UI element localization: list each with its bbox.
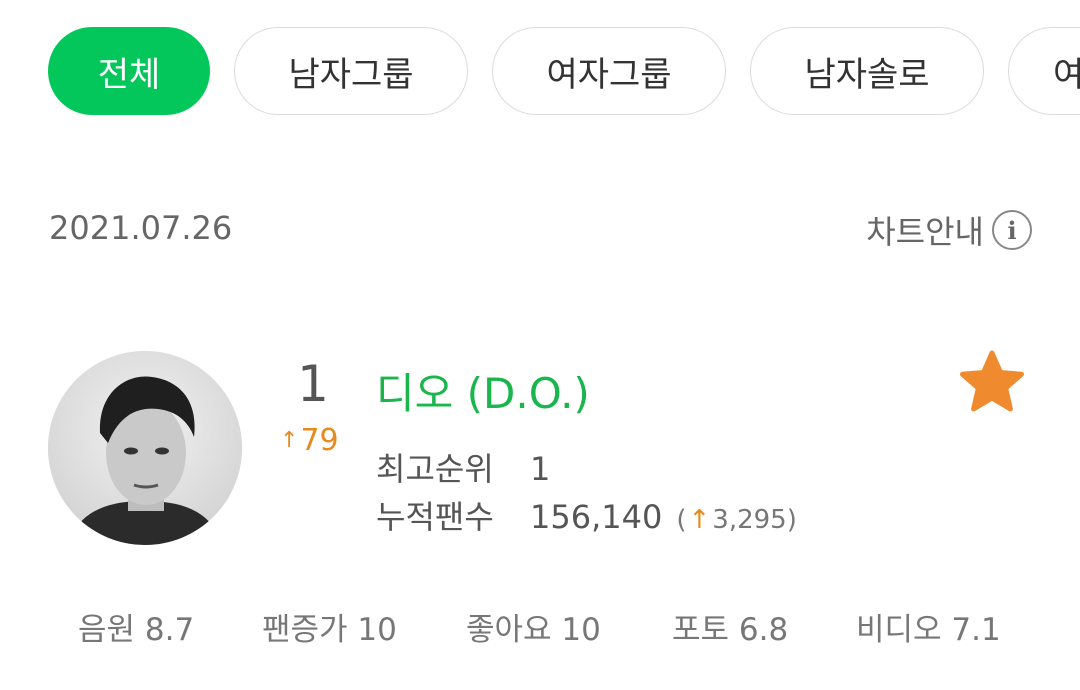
score-value: 8.7 [144,612,195,648]
fans-delta-close: ) [786,505,797,535]
rank-change-value: 79 [300,423,339,458]
tab-label: 여 [1053,54,1080,95]
chart-guide-button[interactable]: 차트안내 i [866,207,1032,253]
avatar-photo-icon [48,351,242,545]
score-label: 좋아요 [466,612,552,648]
rank-up-arrow-icon: ↑ [280,428,299,453]
score-value: 7.1 [951,612,1001,648]
fans-delta-open: ( [676,505,687,535]
rank-number: 1 [297,355,329,413]
score-label: 팬증가 [262,612,348,648]
tab-label: 전체 [97,54,161,95]
favorite-star-icon[interactable] [958,350,1026,414]
score-value: 10 [357,612,397,648]
tab-male-group[interactable]: 남자그룹 [234,27,468,115]
tab-label: 남자솔로 [804,54,930,95]
best-rank-row: 최고순위 1 [376,444,550,490]
info-icon: i [992,210,1032,250]
score-fan-growth: 팬증가 10 [262,604,397,649]
fans-delta: ( ↑ 3,295 ) [676,505,797,535]
score-value: 6.8 [738,612,789,648]
fans-value: 156,140 [530,498,663,536]
fans-up-arrow-icon: ↑ [688,505,711,535]
chart-guide-label: 차트안내 [866,213,984,251]
score-likes: 좋아요 10 [466,604,601,649]
score-value: 10 [561,612,601,648]
tab-female-group[interactable]: 여자그룹 [492,27,726,115]
score-label: 비디오 [856,612,942,648]
score-video: 비디오 7.1 [856,604,1001,649]
tab-male-solo[interactable]: 남자솔로 [750,27,984,115]
score-photo: 포토 6.8 [672,604,788,649]
score-label: 포토 [672,612,730,648]
rank-change: ↑ 79 [280,423,339,458]
fans-row: 누적팬수 156,140 ( ↑ 3,295 ) [376,492,797,538]
artist-name[interactable]: 디오 (D.O.) [376,360,590,421]
avatar[interactable] [48,351,242,545]
tab-all[interactable]: 전체 [48,27,210,115]
score-label: 음원 [78,612,136,648]
tab-label: 남자그룹 [288,54,414,95]
best-rank-value: 1 [530,450,551,488]
tab-female-solo[interactable]: 여 [1008,27,1080,115]
fans-delta-value: 3,295 [712,505,787,535]
category-tabs: 전체 남자그룹 여자그룹 남자솔로 여 [0,27,1080,117]
fans-label: 누적팬수 [376,498,494,536]
tab-label: 여자그룹 [546,54,672,95]
best-rank-label: 최고순위 [376,450,494,488]
chart-date: 2021.07.26 [49,209,233,247]
score-music: 음원 8.7 [78,604,194,649]
